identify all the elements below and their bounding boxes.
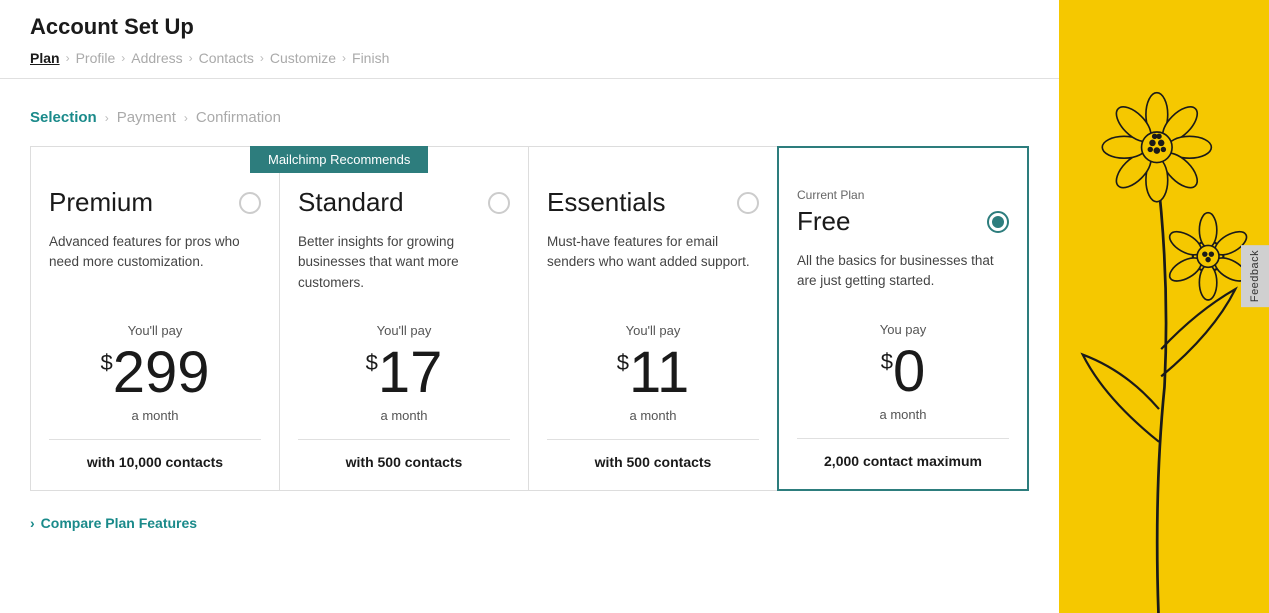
plan-name: Free [797,206,850,237]
plan-contacts: with 10,000 contacts [49,439,261,470]
price-dollar-sign: $ [881,351,893,373]
plan-description: Must-have features for email senders who… [547,232,759,293]
price-row: $ 299 [49,344,261,402]
plan-header: Essentials [547,187,759,218]
compare-plan-features-link[interactable]: › Compare Plan Features [30,515,1029,531]
breadcrumb-sep-5: › [342,51,346,65]
page-title: Account Set Up [30,14,1029,40]
you-pay-label: You'll pay [298,323,510,338]
sub-breadcrumb-selection[interactable]: Selection [30,109,97,126]
breadcrumb-plan[interactable]: Plan [30,50,60,66]
breadcrumb-profile[interactable]: Profile [76,50,116,66]
price-dollar-sign: $ [366,352,378,374]
plan-name: Premium [49,187,153,218]
breadcrumb-sep-1: › [66,51,70,65]
price-amount: 17 [378,344,443,402]
you-pay-label: You'll pay [547,323,759,338]
plan-card-essentials[interactable]: Essentials Must-have features for email … [529,147,778,490]
sidebar-yellow: Feedback [1059,0,1269,613]
price-dollar-sign: $ [100,352,112,374]
breadcrumb-sep-3: › [189,51,193,65]
compare-chevron-icon: › [30,515,35,531]
plans-wrapper: Mailchimp Recommends Premium Advanced fe… [30,146,1029,491]
sub-breadcrumb-payment[interactable]: Payment [117,109,176,126]
price-period: a month [547,408,759,423]
price-row: $ 17 [298,344,510,402]
breadcrumb-sep-4: › [260,51,264,65]
plan-name: Essentials [547,187,666,218]
plan-radio[interactable] [239,192,261,214]
feedback-wrapper: Feedback [1241,245,1269,307]
plan-contacts: with 500 contacts [547,439,759,470]
sub-breadcrumb-sep-1: › [105,111,109,125]
price-period: a month [298,408,510,423]
plan-card-premium[interactable]: Premium Advanced features for pros who n… [31,147,280,490]
plan-header: Standard [298,187,510,218]
price-period: a month [797,407,1009,422]
breadcrumb-customize[interactable]: Customize [270,50,336,66]
breadcrumb-contacts[interactable]: Contacts [199,50,254,66]
plan-radio[interactable] [488,192,510,214]
feedback-button[interactable]: Feedback [1241,245,1269,307]
plan-card-free[interactable]: Current Plan Free All the basics for bus… [777,146,1029,491]
plan-name: Standard [298,187,404,218]
current-plan-label: Current Plan [797,188,1009,202]
breadcrumb-address[interactable]: Address [131,50,182,66]
breadcrumb-finish[interactable]: Finish [352,50,389,66]
you-pay-label: You pay [797,322,1009,337]
plan-pricing: You pay $ 0 a month [797,322,1009,422]
sub-breadcrumb: Selection › Payment › Confirmation [30,109,1029,126]
plan-description: All the basics for businesses that are j… [797,251,1009,292]
plans-grid: Premium Advanced features for pros who n… [30,146,1029,491]
plan-header: Free [797,206,1009,237]
sub-breadcrumb-confirmation[interactable]: Confirmation [196,109,281,126]
price-amount: 299 [113,344,210,402]
compare-link-label: Compare Plan Features [41,515,197,531]
plan-radio[interactable] [987,211,1009,233]
price-row: $ 0 [797,343,1009,401]
mailchimp-recommends-badge: Mailchimp Recommends [250,146,428,173]
breadcrumb: Plan › Profile › Address › Contacts › Cu… [30,50,1029,78]
plan-description: Advanced features for pros who need more… [49,232,261,293]
price-amount: 11 [629,344,689,402]
plan-header: Premium [49,187,261,218]
plan-contacts: with 500 contacts [298,439,510,470]
price-dollar-sign: $ [617,352,629,374]
price-amount: 0 [893,343,925,401]
plan-description: Better insights for growing businesses t… [298,232,510,293]
plan-pricing: You'll pay $ 299 a month [49,323,261,423]
plan-card-standard[interactable]: Standard Better insights for growing bus… [280,147,529,490]
plan-pricing: You'll pay $ 11 a month [547,323,759,423]
price-row: $ 11 [547,344,759,402]
price-period: a month [49,408,261,423]
plan-radio[interactable] [737,192,759,214]
sub-breadcrumb-sep-2: › [184,111,188,125]
plan-contacts: 2,000 contact maximum [797,438,1009,469]
plan-pricing: You'll pay $ 17 a month [298,323,510,423]
flower-illustration [1059,60,1269,613]
breadcrumb-sep-2: › [121,51,125,65]
you-pay-label: You'll pay [49,323,261,338]
